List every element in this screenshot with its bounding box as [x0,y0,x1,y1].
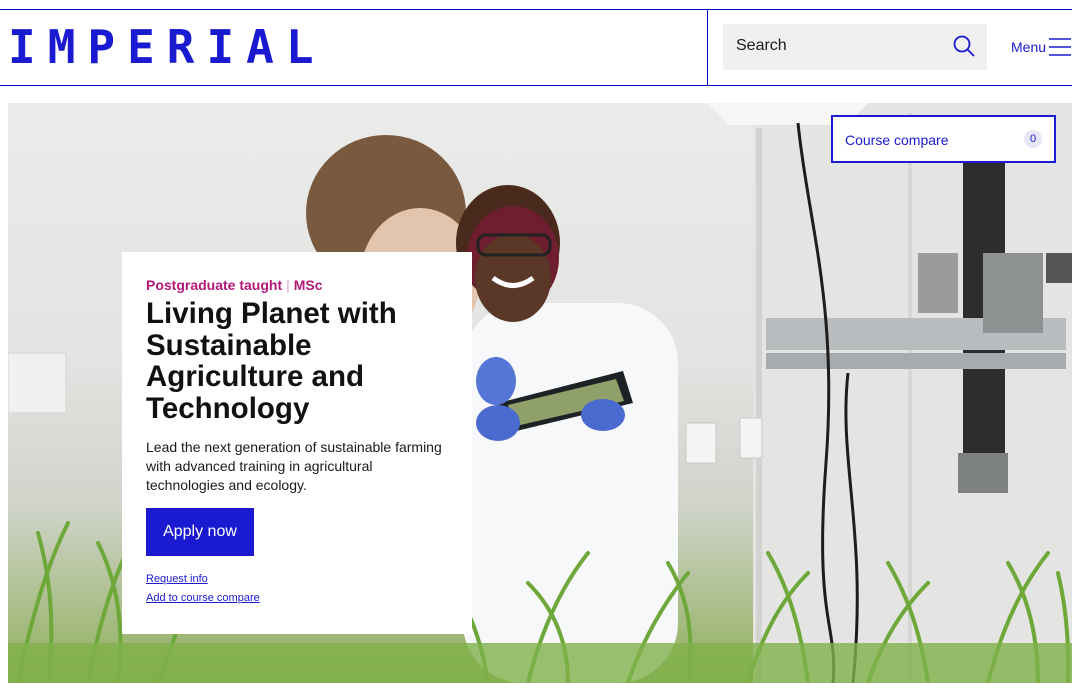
search-placeholder: Search [736,37,787,54]
header-bottom-rule [0,85,1072,86]
imperial-logo[interactable]: IMPERIAL [8,22,326,72]
course-title: Living Planet with Sustainable Agricultu… [146,297,397,425]
eyebrow-separator: | [286,277,290,293]
add-to-course-compare-link[interactable]: Add to course compare [146,592,260,604]
course-compare-button[interactable]: Course compare 0 [831,115,1056,163]
course-qualification: MSc [293,277,323,293]
course-level: Postgraduate taught [146,277,283,293]
apply-now-button[interactable]: Apply now [146,508,254,556]
course-compare-count-badge: 0 [1024,130,1042,148]
course-compare-label: Course compare [845,132,949,148]
search-icon[interactable] [952,34,976,58]
menu-button[interactable]: Menu [1011,39,1046,55]
hamburger-menu-icon[interactable] [1048,37,1072,57]
course-hero-card: Postgraduate taught | MSc Living Planet wi… [122,252,472,634]
request-info-link[interactable]: Request info [146,573,208,585]
header-divider [707,9,708,86]
course-description: Lead the next generation of sustainable … [146,439,442,493]
header-top-rule [0,9,1072,10]
course-eyebrow: Postgraduate taught | MSc [146,277,323,293]
search-input[interactable]: Search [723,24,987,70]
site-header: IMPERIAL Search Menu [0,0,1080,96]
